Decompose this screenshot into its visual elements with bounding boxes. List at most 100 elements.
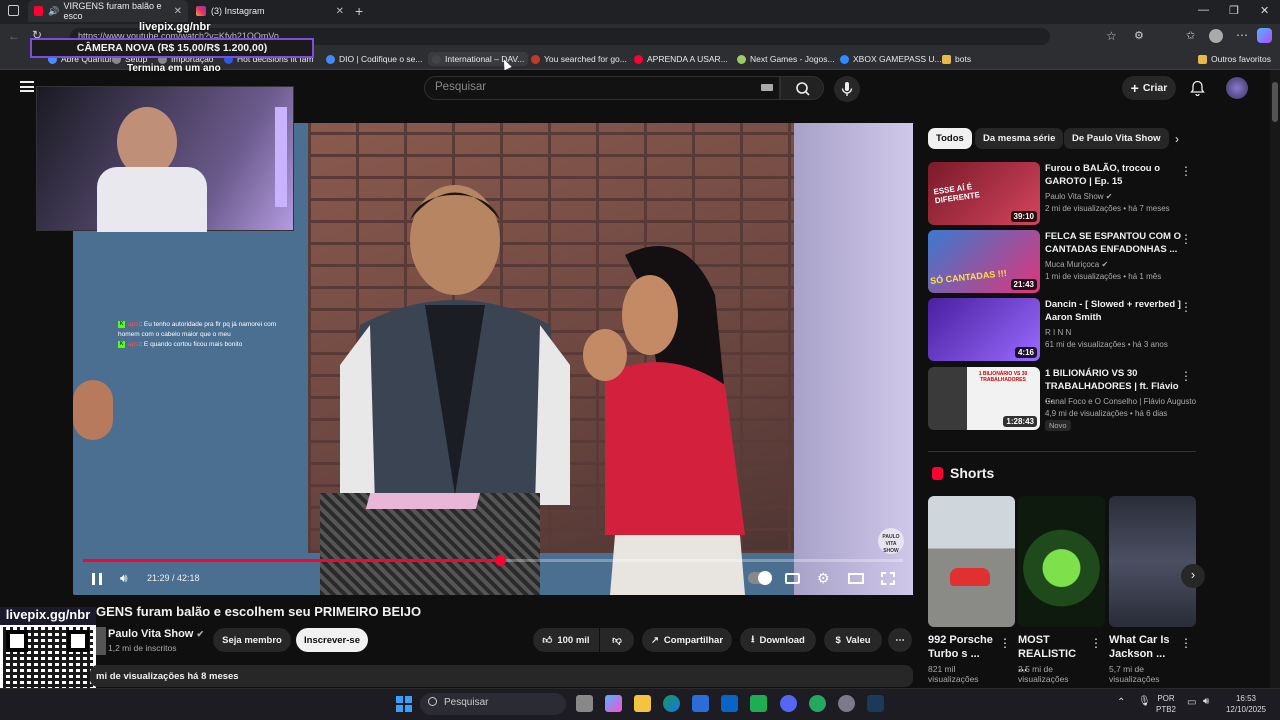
fullscreen-icon[interactable]: [881, 572, 895, 585]
user-avatar[interactable]: [1226, 77, 1248, 99]
network-icon[interactable]: ▭: [1187, 697, 1196, 708]
tab-youtube[interactable]: 🔊 VIRGENS furam balão e esco ✕: [28, 0, 188, 22]
outlook-icon[interactable]: [721, 695, 738, 712]
whatsapp-icon[interactable]: [750, 695, 767, 712]
more-vert-icon[interactable]: ⋮: [1180, 636, 1192, 650]
tab-actions-icon[interactable]: [8, 5, 19, 16]
page-scrollbar[interactable]: [1270, 70, 1280, 688]
recommendation-item[interactable]: 4:16 Dancin - [ Slowed + reverbed ] Aaro…: [928, 298, 1198, 362]
autoplay-toggle[interactable]: [748, 571, 772, 585]
channel-avatar[interactable]: [96, 627, 106, 655]
more-vert-icon[interactable]: ⋮: [1090, 636, 1102, 650]
bookmark-item[interactable]: Next Games - Jogos...: [737, 52, 835, 66]
edge-icon[interactable]: [663, 695, 680, 712]
copilot-app-icon[interactable]: [605, 695, 622, 712]
bookmark-item[interactable]: bots: [942, 52, 971, 66]
star-icon[interactable]: ☆: [1106, 29, 1117, 43]
extensions-icon[interactable]: ⚙: [1134, 29, 1144, 42]
subtitles-icon[interactable]: [785, 573, 800, 584]
keyboard-icon[interactable]: [761, 84, 773, 91]
recommendation-meta: 4,9 mi de visualizações • há 6 dias: [1045, 409, 1168, 418]
chevron-right-icon[interactable]: ›: [1175, 132, 1179, 146]
hamburger-menu-icon[interactable]: [20, 81, 34, 92]
share-button[interactable]: ↗ Compartilhar: [642, 628, 732, 652]
description-box[interactable]: mi de visualizações há 8 meses: [90, 665, 913, 687]
short-thumbnail[interactable]: [1018, 496, 1105, 627]
short-thumbnail[interactable]: [1109, 496, 1196, 627]
other-favorites[interactable]: Outros favoritos: [1198, 52, 1271, 66]
more-vert-icon[interactable]: ⋮: [1180, 300, 1192, 314]
thanks-button[interactable]: $ Valeu: [824, 628, 882, 652]
tab-instagram[interactable]: (3) Instagram ✕: [190, 0, 350, 22]
steam-icon[interactable]: [867, 695, 884, 712]
more-actions-button[interactable]: ⋯: [888, 628, 912, 652]
discord-icon[interactable]: [780, 695, 797, 712]
progress-scrubber[interactable]: [495, 555, 506, 566]
short-thumbnail[interactable]: [928, 496, 1015, 627]
bookmark-item[interactable]: You searched for go...: [531, 52, 627, 66]
voice-search-button[interactable]: [834, 76, 860, 102]
recommendation-meta: 61 mi de visualizações • há 3 anos: [1045, 340, 1168, 349]
recommendation-item[interactable]: SÓ CANTADAS !!! 21:43 FELCA SE ESPANTOU …: [928, 230, 1198, 294]
maximize-icon[interactable]: ❐: [1229, 4, 1239, 17]
create-button[interactable]: + Criar: [1122, 76, 1176, 100]
short-views: 2,5 mi de visualizações: [1018, 664, 1069, 684]
profile-avatar[interactable]: [1209, 29, 1223, 43]
store-icon[interactable]: [692, 695, 709, 712]
notifications-bell-icon[interactable]: [1190, 80, 1205, 101]
tray-mic-icon[interactable]: 🎙︎: [1138, 696, 1151, 707]
volume-icon[interactable]: 🔊︎: [120, 571, 128, 586]
close-tab-icon[interactable]: ✕: [174, 6, 182, 17]
task-view-icon[interactable]: [576, 695, 593, 712]
like-button[interactable]: 👍︎ 100 mil: [533, 628, 599, 652]
speaker-icon[interactable]: 🔊: [48, 6, 59, 17]
theater-mode-icon[interactable]: [848, 573, 864, 584]
chip-all[interactable]: Todos: [928, 128, 972, 149]
tray-overflow-icon[interactable]: ⌃: [1117, 697, 1125, 708]
channel-watermark[interactable]: PAULO VITA SHOW: [878, 528, 904, 554]
recommendation-item[interactable]: 1 BILIONÁRIO VS 30 TRABALHADORES 1:28:43…: [928, 367, 1198, 431]
keyboard-layout[interactable]: POR PTB2: [1156, 693, 1176, 715]
taskbar-search[interactable]: Pesquisar: [420, 693, 566, 715]
volume-tray-icon[interactable]: 🔊︎: [1203, 696, 1209, 707]
file-explorer-icon[interactable]: [634, 695, 651, 712]
pause-icon[interactable]: [92, 573, 102, 585]
subscribe-button[interactable]: Inscrever-se: [296, 628, 368, 652]
settings-gear-icon[interactable]: ⚙: [817, 570, 830, 587]
settings-app-icon[interactable]: [838, 695, 855, 712]
menu-icon[interactable]: ⋯: [1236, 28, 1248, 42]
bookmark-item[interactable]: International – DAV...: [428, 52, 529, 66]
thanks-icon: $: [835, 634, 841, 646]
chat-text: E quando cortou ficou mais bonito: [143, 341, 243, 348]
search-input[interactable]: Pesquisar: [424, 76, 780, 100]
more-vert-icon[interactable]: ⋮: [1180, 164, 1192, 178]
shorts-next-button[interactable]: ›: [1181, 564, 1205, 588]
dislike-button[interactable]: 👎︎: [600, 628, 634, 652]
recommendation-item[interactable]: ESSE AÍ É DIFERENTE 39:10 Furou o BALÃO,…: [928, 162, 1198, 226]
favorites-icon[interactable]: ✩: [1186, 29, 1195, 42]
chip-same-series[interactable]: Da mesma série: [975, 128, 1064, 149]
more-vert-icon[interactable]: ⋮: [999, 636, 1011, 650]
verified-icon: ✔: [1105, 192, 1113, 201]
close-window-icon[interactable]: ✕: [1260, 4, 1269, 17]
chip-from-channel[interactable]: De Paulo Vita Show: [1064, 128, 1169, 149]
windows-start-icon[interactable]: [396, 696, 412, 712]
join-button[interactable]: Seja membro: [213, 628, 291, 652]
close-tab-icon[interactable]: ✕: [336, 6, 344, 17]
back-icon[interactable]: ←: [8, 29, 20, 43]
bookmark-item[interactable]: DIO | Codifique o se...: [326, 52, 422, 66]
bookmark-item[interactable]: APRENDA A USAR...: [634, 52, 728, 66]
download-button[interactable]: ⭳ Download: [740, 628, 816, 652]
more-vert-icon[interactable]: ⋮: [1180, 232, 1192, 246]
short-title[interactable]: What Car Is Jackson ...: [1109, 633, 1179, 661]
channel-name[interactable]: Paulo Vita Show ✔: [108, 628, 204, 640]
copilot-icon[interactable]: [1257, 28, 1272, 43]
more-vert-icon[interactable]: ⋮: [1180, 369, 1192, 383]
search-button[interactable]: [780, 76, 824, 100]
new-tab-icon[interactable]: +: [355, 3, 363, 19]
minimize-icon[interactable]: —: [1198, 4, 1209, 16]
app-icon[interactable]: [809, 695, 826, 712]
clock[interactable]: 16:53 12/10/2025: [1224, 693, 1268, 715]
short-title[interactable]: 992 Porsche Turbo s ...: [928, 633, 996, 661]
bookmark-item[interactable]: XBOX GAMEPASS U...: [840, 52, 942, 66]
